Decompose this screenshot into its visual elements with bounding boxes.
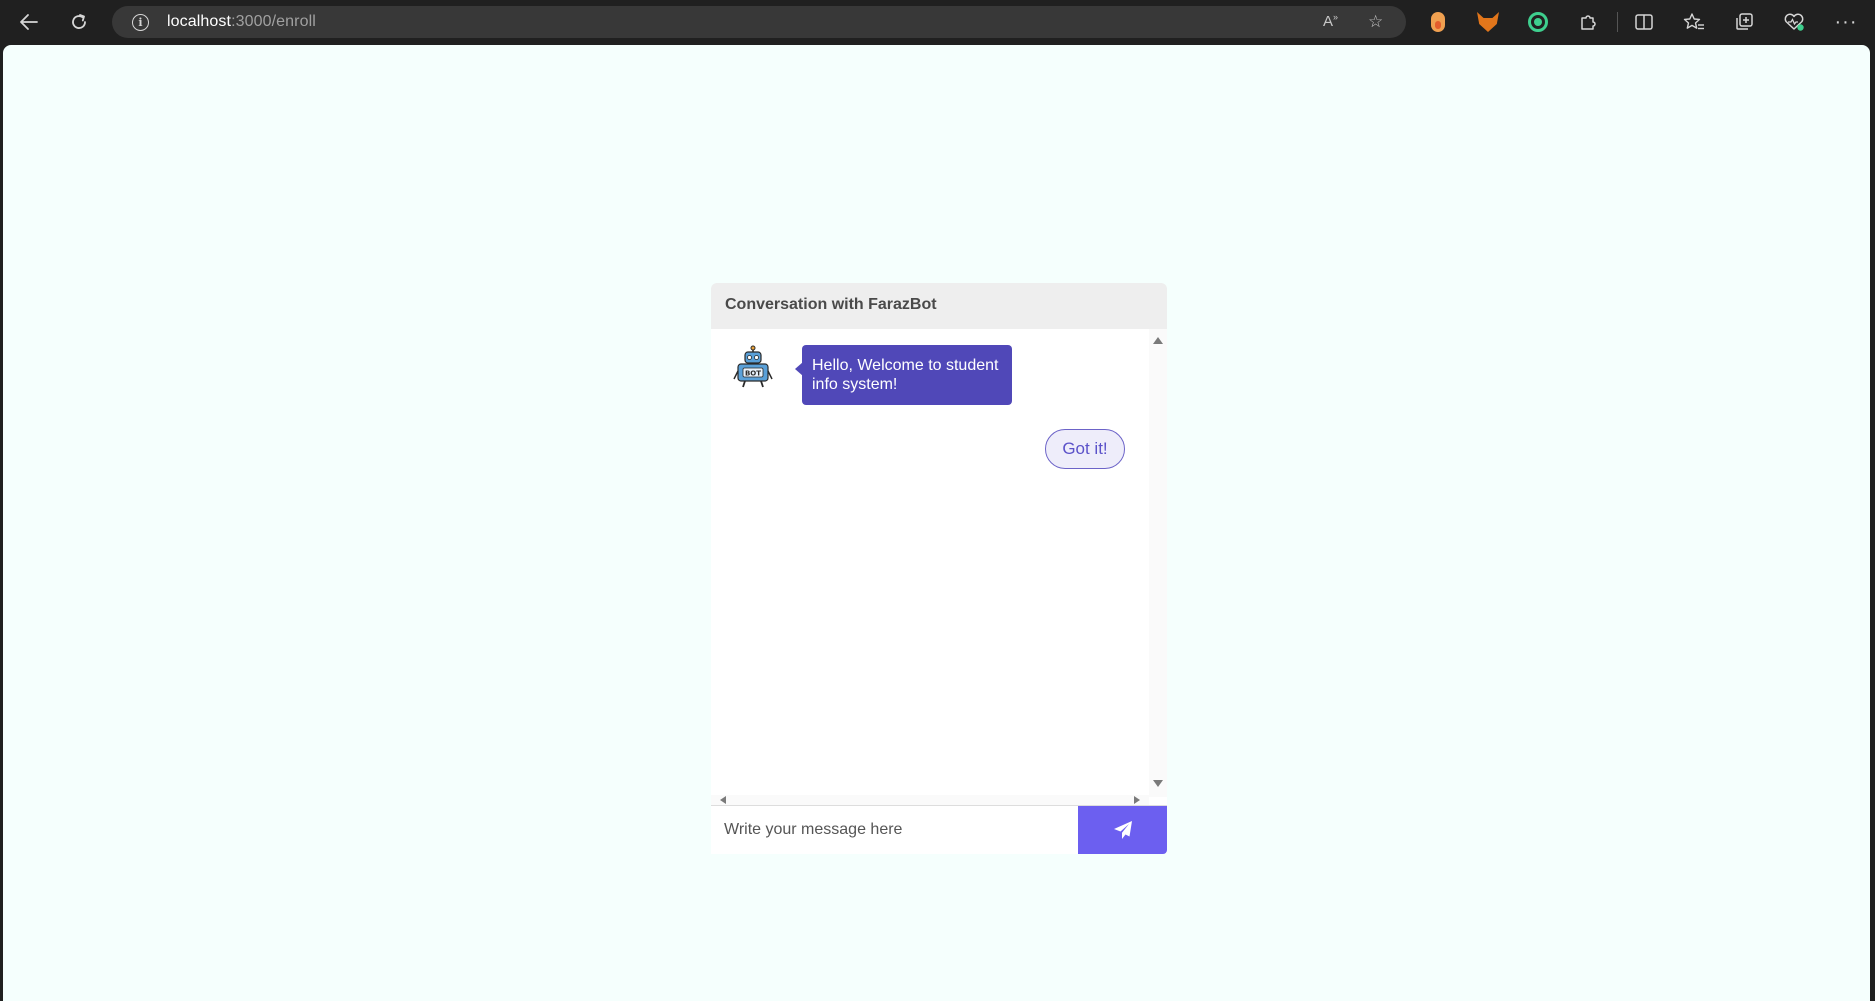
- extension-orange-icon[interactable]: [1426, 10, 1450, 34]
- back-arrow-icon[interactable]: [14, 8, 44, 36]
- chat-widget: Conversation with FarazBot BOT Hello, We…: [711, 283, 1167, 854]
- chat-message-area[interactable]: BOT Hello, Welcome to student info syste…: [711, 329, 1167, 805]
- scroll-right-arrow-icon[interactable]: [1134, 796, 1140, 804]
- more-icon[interactable]: ···: [1834, 10, 1858, 34]
- address-bar[interactable]: i localhost:3000/enroll A» ☆: [112, 6, 1406, 38]
- page-viewport: Conversation with FarazBot BOT Hello, We…: [3, 45, 1870, 1001]
- site-info-icon[interactable]: i: [132, 14, 149, 31]
- favorites-icon[interactable]: [1682, 10, 1706, 34]
- metamask-fox-icon[interactable]: [1476, 10, 1500, 34]
- extension-ring-icon[interactable]: [1526, 10, 1550, 34]
- toolbar-divider: [1617, 12, 1618, 32]
- browser-toolbar: i localhost:3000/enroll A» ☆ ···: [0, 0, 1875, 44]
- browser-essentials-icon[interactable]: [1782, 10, 1806, 34]
- puzzle-icon[interactable]: [1576, 10, 1600, 34]
- vertical-scrollbar[interactable]: [1149, 329, 1167, 797]
- url-text[interactable]: localhost:3000/enroll: [167, 13, 316, 31]
- scroll-up-arrow-icon[interactable]: [1153, 337, 1163, 344]
- chat-footer: [711, 805, 1167, 854]
- send-button[interactable]: [1078, 806, 1167, 854]
- split-screen-icon[interactable]: [1632, 10, 1656, 34]
- message-input[interactable]: [711, 806, 1078, 854]
- robot-avatar-icon: BOT: [733, 345, 773, 389]
- collections-icon[interactable]: [1732, 10, 1756, 34]
- read-aloud-icon[interactable]: A»: [1323, 12, 1338, 30]
- paper-plane-icon: [1113, 821, 1132, 839]
- scroll-left-arrow-icon[interactable]: [720, 796, 726, 804]
- reload-icon[interactable]: [64, 8, 94, 36]
- scroll-down-arrow-icon[interactable]: [1153, 780, 1163, 787]
- got-it-option-button[interactable]: Got it!: [1045, 429, 1125, 469]
- chat-header-title: Conversation with FarazBot: [711, 283, 1167, 329]
- bot-message-bubble: Hello, Welcome to student info system!: [795, 345, 1012, 405]
- star-icon[interactable]: ☆: [1368, 12, 1383, 32]
- horizontal-scrollbar[interactable]: [711, 795, 1149, 805]
- svg-text:BOT: BOT: [745, 370, 761, 378]
